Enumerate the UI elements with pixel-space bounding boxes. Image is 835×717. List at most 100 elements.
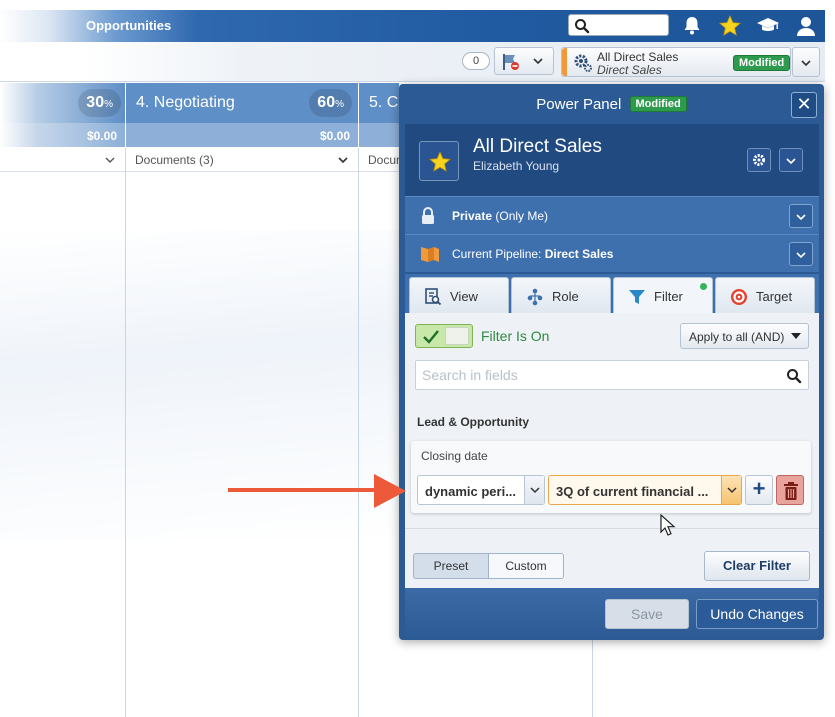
view-settings-button[interactable]	[747, 148, 771, 172]
pipeline-label: Current Pipeline: Direct Sales	[452, 247, 614, 261]
pipeline-row[interactable]: Current Pipeline: Direct Sales	[405, 234, 819, 272]
documents-dropdown[interactable]: Docum	[359, 148, 399, 172]
global-search[interactable]	[568, 14, 669, 36]
stage-column-header[interactable]: 4. Negotiating 60%	[126, 83, 358, 123]
chevron-down-icon	[530, 487, 540, 494]
column-divider	[592, 640, 593, 717]
modified-badge: Modified	[733, 55, 791, 71]
filter-funnel-icon	[629, 290, 645, 304]
count-badge: 0	[462, 52, 490, 70]
flag-icon	[503, 54, 519, 70]
column-divider	[125, 148, 126, 717]
column-divider	[358, 148, 359, 717]
pipeline-flag-icon	[421, 247, 439, 262]
field-search-input[interactable]	[416, 361, 776, 389]
chevron-down-icon	[533, 58, 543, 65]
caret-down-icon	[791, 333, 801, 339]
view-owner: Elizabeth Young	[473, 159, 560, 173]
tab-filter[interactable]: Filter	[613, 277, 713, 314]
power-panel: Power Panel Modified ✕ All Direct Sales …	[399, 84, 824, 640]
chevron-down-icon	[801, 60, 811, 67]
stage-amount: $0.00	[0, 123, 125, 147]
view-title: All Direct Sales	[597, 50, 679, 64]
gear-icon	[574, 54, 592, 72]
panel-title: Power Panel Modified	[399, 96, 824, 113]
close-button[interactable]: ✕	[791, 92, 817, 118]
criterion-field-label: Closing date	[421, 449, 488, 463]
stage-amount: $0.00	[126, 123, 358, 147]
documents-label: Documents (3)	[135, 153, 214, 167]
apply-mode-dropdown[interactable]: Apply to all (AND)	[680, 323, 809, 349]
privacy-row[interactable]: Private (Only Me)	[405, 196, 819, 234]
view-icon	[425, 288, 442, 306]
current-view-button[interactable]: All Direct Sales Direct Sales Modified	[561, 47, 791, 77]
documents-dropdown[interactable]	[0, 148, 125, 172]
stage-name: 4. Negotiating	[136, 94, 235, 111]
chevron-down-icon	[786, 158, 796, 165]
undo-changes-button[interactable]: Undo Changes	[696, 599, 818, 629]
filter-actions: Preset Custom Clear Filter	[405, 538, 819, 588]
close-icon: ✕	[796, 94, 812, 114]
view-subtitle: Direct Sales	[597, 63, 662, 77]
annotation-arrow-icon	[228, 474, 406, 508]
view-menu-button[interactable]	[779, 148, 803, 172]
field-search	[415, 360, 809, 390]
delete-criterion-button[interactable]	[776, 475, 804, 505]
stage-percentage: 60%	[309, 89, 352, 117]
favorite-button[interactable]	[419, 141, 459, 181]
org-chart-icon	[527, 288, 543, 306]
graduation-cap-icon[interactable]	[756, 14, 780, 38]
toggle-knob	[445, 327, 469, 345]
filter-toggle[interactable]	[415, 324, 473, 348]
bell-icon[interactable]	[680, 14, 704, 38]
gear-icon	[753, 154, 765, 166]
tab-target[interactable]: Target	[715, 277, 815, 314]
top-bar: Opportunities	[0, 10, 825, 42]
target-icon	[731, 289, 747, 305]
preset-button[interactable]: Preset	[413, 553, 489, 579]
stage-percentage: 30%	[78, 89, 121, 117]
documents-dropdown[interactable]: Documents (3)	[126, 148, 358, 172]
pipeline-dropdown[interactable]	[789, 242, 813, 266]
view-dropdown-button[interactable]	[792, 47, 820, 77]
active-filter-indicator	[700, 283, 707, 290]
trash-icon	[784, 482, 798, 500]
filter-status: Filter Is On	[481, 328, 550, 344]
clear-filter-button[interactable]: Clear Filter	[704, 551, 810, 581]
lock-icon	[422, 207, 434, 224]
add-criterion-button[interactable]: +	[745, 475, 773, 505]
chevron-down-icon	[796, 214, 806, 221]
secondary-toolbar: 0 All Direct Sales Direct Sales Modified	[0, 42, 825, 82]
mouse-cursor-icon	[660, 514, 676, 536]
privacy-dropdown[interactable]	[789, 204, 813, 228]
documents-label: Docum	[368, 153, 399, 167]
save-button[interactable]: Save	[605, 599, 689, 629]
panel-footer: Save Undo Changes	[405, 588, 819, 640]
search-icon[interactable]	[786, 368, 802, 384]
star-icon[interactable]	[718, 14, 742, 38]
chevron-down-icon	[338, 157, 348, 164]
stage-amount	[359, 123, 399, 147]
panel-tabs: View Role Filter Target	[405, 274, 819, 314]
stage-column-header[interactable]: 30%	[0, 83, 125, 123]
criterion-operator-select[interactable]: dynamic peri...	[417, 475, 545, 505]
plus-icon: +	[752, 476, 766, 501]
user-icon[interactable]	[794, 14, 818, 38]
modified-badge: Modified	[629, 96, 687, 112]
criterion-value-select[interactable]: 3Q of current financial ...	[548, 475, 742, 505]
criterion-card: Closing date dynamic peri... 3Q of curre…	[411, 441, 811, 513]
check-icon	[423, 330, 439, 344]
chevron-down-icon	[105, 157, 115, 163]
chevron-down-icon	[796, 252, 806, 259]
tab-role[interactable]: Role	[511, 277, 611, 314]
custom-button[interactable]: Custom	[489, 553, 564, 579]
view-indicator-stripe	[562, 48, 567, 76]
pipeline-flag-button[interactable]	[494, 47, 554, 75]
criteria-area: Lead & Opportunity Closing date dynamic …	[405, 403, 819, 546]
section-title: Lead & Opportunity	[417, 415, 529, 429]
search-icon	[575, 19, 590, 34]
stage-column-header[interactable]: 5. Co	[359, 83, 407, 123]
tab-view[interactable]: View	[409, 277, 509, 314]
view-header: All Direct Sales Elizabeth Young	[405, 124, 819, 196]
star-icon	[429, 151, 451, 172]
